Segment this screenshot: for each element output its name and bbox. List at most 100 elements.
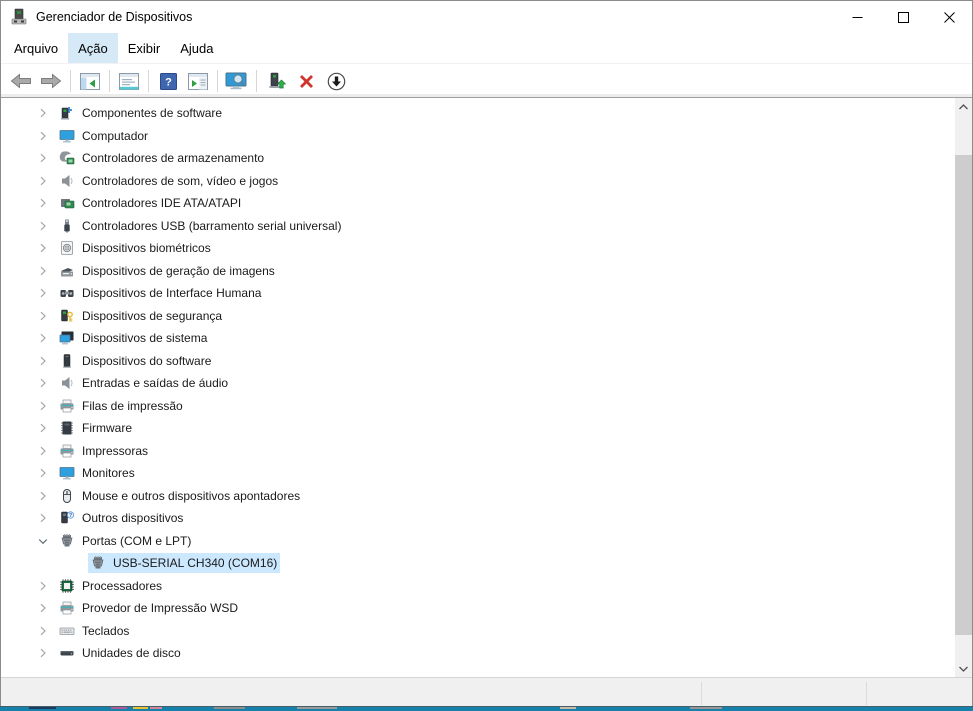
tree-item-label: USB-SERIAL CH340 (COM16) xyxy=(113,556,277,570)
close-button[interactable] xyxy=(926,1,972,33)
chevron-right-icon[interactable] xyxy=(35,263,51,279)
tree-item-computador[interactable]: Computador xyxy=(1,125,954,148)
chevron-right-icon[interactable] xyxy=(35,600,51,616)
tree-item-processadores[interactable]: Processadores xyxy=(1,575,954,598)
chevron-down-icon[interactable] xyxy=(35,533,51,549)
chevron-right-icon[interactable] xyxy=(35,218,51,234)
row-body: Entradas e saídas de áudio xyxy=(57,373,231,393)
maximize-button[interactable] xyxy=(880,1,926,33)
minimize-button[interactable] xyxy=(834,1,880,33)
taskbar-icon-edge xyxy=(111,707,127,709)
chevron-right-icon[interactable] xyxy=(35,465,51,481)
tree-item-dispositivos-de-seguranca[interactable]: Dispositivos de segurança xyxy=(1,305,954,328)
chevron-right-icon[interactable] xyxy=(35,375,51,391)
chevron-right-icon[interactable] xyxy=(35,443,51,459)
update-driver-button[interactable] xyxy=(261,68,291,94)
window-play-icon xyxy=(188,73,208,90)
tree-item-entradas-e-saidas-de-audio[interactable]: Entradas e saídas de áudio xyxy=(1,372,954,395)
row-body: Controladores IDE ATA/ATAPI xyxy=(57,193,244,213)
menu-ajuda[interactable]: Ajuda xyxy=(170,33,223,63)
help-button[interactable]: ? xyxy=(153,68,183,94)
device-manager-app: Gerenciador de Dispositivos ArquivoAçãoE… xyxy=(0,0,973,711)
taskbar-icon-edge xyxy=(690,707,722,709)
tree-item-outros-dispositivos[interactable]: ? Outros dispositivos xyxy=(1,507,954,530)
back-button[interactable] xyxy=(6,68,36,94)
tree-item-controladores-usb-barramento-serial-universal[interactable]: Controladores USB (barramento serial uni… xyxy=(1,215,954,238)
chevron-down-icon xyxy=(959,666,968,672)
toolbar-separator xyxy=(109,70,110,92)
chevron-right-icon[interactable] xyxy=(35,353,51,369)
computer-icon xyxy=(59,128,75,144)
chevron-right-icon[interactable] xyxy=(35,420,51,436)
chevron-right-icon[interactable] xyxy=(35,330,51,346)
title-bar[interactable]: Gerenciador de Dispositivos xyxy=(1,1,972,33)
chevron-right-icon[interactable] xyxy=(35,105,51,121)
device-manager-window: Gerenciador de Dispositivos ArquivoAçãoE… xyxy=(0,0,973,706)
chevron-right-icon[interactable] xyxy=(35,645,51,661)
ide-icon xyxy=(59,195,75,211)
imaging-icon xyxy=(59,263,75,279)
tree-item-controladores-de-armazenamento[interactable]: Controladores de armazenamento xyxy=(1,147,954,170)
scan-hardware-icon xyxy=(225,72,249,90)
tree-item-componentes-de-software[interactable]: Componentes de software xyxy=(1,102,954,125)
console-tree-icon xyxy=(80,73,100,90)
window-controls xyxy=(834,1,972,33)
row-body: Provedor de Impressão WSD xyxy=(57,598,241,618)
show-console-tree-button[interactable] xyxy=(75,68,105,94)
maximize-icon xyxy=(898,12,909,23)
tree-item-filas-de-impressao[interactable]: Filas de impressão xyxy=(1,395,954,418)
chevron-right-icon[interactable] xyxy=(35,488,51,504)
chevron-right-icon[interactable] xyxy=(35,150,51,166)
scroll-down-button[interactable] xyxy=(955,660,972,677)
forward-button[interactable] xyxy=(36,68,66,94)
menu-exibir[interactable]: Exibir xyxy=(118,33,171,63)
properties-button[interactable] xyxy=(114,68,144,94)
chevron-right-icon[interactable] xyxy=(35,285,51,301)
row-body: Dispositivos de geração de imagens xyxy=(57,261,278,281)
tree-item-monitores[interactable]: Monitores xyxy=(1,462,954,485)
vertical-scrollbar[interactable] xyxy=(955,98,972,677)
chevron-right-icon[interactable] xyxy=(35,398,51,414)
scan-hardware-button[interactable] xyxy=(222,68,252,94)
tree-item-usb-serial-ch340-com16[interactable]: USB-SERIAL CH340 (COM16) xyxy=(1,552,954,575)
tree-item-label: Outros dispositivos xyxy=(82,511,183,525)
tree-item-mouse-e-outros-dispositivos-apontadores[interactable]: Mouse e outros dispositivos apontadores xyxy=(1,485,954,508)
chevron-right-icon[interactable] xyxy=(35,578,51,594)
menu-acao[interactable]: Ação xyxy=(68,33,118,63)
tree-item-portas-com-e-lpt[interactable]: Portas (COM e LPT) xyxy=(1,530,954,553)
tree-item-impressoras[interactable]: Impressoras xyxy=(1,440,954,463)
chevron-right-icon[interactable] xyxy=(35,195,51,211)
chevron-right-icon[interactable] xyxy=(35,308,51,324)
row-body: Impressoras xyxy=(57,441,151,461)
uninstall-device-button[interactable] xyxy=(291,68,321,94)
tree-item-label: Mouse e outros dispositivos apontadores xyxy=(82,489,300,503)
tree-item-controladores-de-som-video-e-jogos[interactable]: Controladores de som, vídeo e jogos xyxy=(1,170,954,193)
chevron-right-icon[interactable] xyxy=(35,623,51,639)
row-body: Mouse e outros dispositivos apontadores xyxy=(57,486,303,506)
row-body: Dispositivos de Interface Humana xyxy=(57,283,264,303)
taskbar-edge xyxy=(0,706,973,711)
menu-arquivo[interactable]: Arquivo xyxy=(4,33,68,63)
tree-item-dispositivos-de-geracao-de-imagens[interactable]: Dispositivos de geração de imagens xyxy=(1,260,954,283)
tree-item-label: Componentes de software xyxy=(82,106,222,120)
standard-window-button[interactable] xyxy=(183,68,213,94)
tree-item-dispositivos-de-sistema[interactable]: Dispositivos de sistema xyxy=(1,327,954,350)
tree-item-dispositivos-de-interface-humana[interactable]: Dispositivos de Interface Humana xyxy=(1,282,954,305)
tree-item-teclados[interactable]: Teclados xyxy=(1,620,954,643)
scroll-up-button[interactable] xyxy=(955,98,972,115)
tree-item-label: Controladores USB (barramento serial uni… xyxy=(82,219,341,233)
tree-item-dispositivos-do-software[interactable]: Dispositivos do software xyxy=(1,350,954,373)
chevron-right-icon[interactable] xyxy=(35,510,51,526)
tree-item-provedor-de-impressao-wsd[interactable]: Provedor de Impressão WSD xyxy=(1,597,954,620)
chevron-right-icon[interactable] xyxy=(35,128,51,144)
tree-item-firmware[interactable]: Firmware xyxy=(1,417,954,440)
tree-item-unidades-de-disco[interactable]: Unidades de disco xyxy=(1,642,954,665)
chevron-right-icon[interactable] xyxy=(35,173,51,189)
scrollbar-thumb[interactable] xyxy=(955,155,972,635)
disable-device-button[interactable] xyxy=(321,68,351,94)
chevron-right-icon[interactable] xyxy=(35,240,51,256)
storage-icon xyxy=(59,150,75,166)
tree-item-dispositivos-biometricos[interactable]: Dispositivos biométricos xyxy=(1,237,954,260)
tree-item-controladores-ide-ata-atapi[interactable]: Controladores IDE ATA/ATAPI xyxy=(1,192,954,215)
tree-item-label: Unidades de disco xyxy=(82,646,181,660)
